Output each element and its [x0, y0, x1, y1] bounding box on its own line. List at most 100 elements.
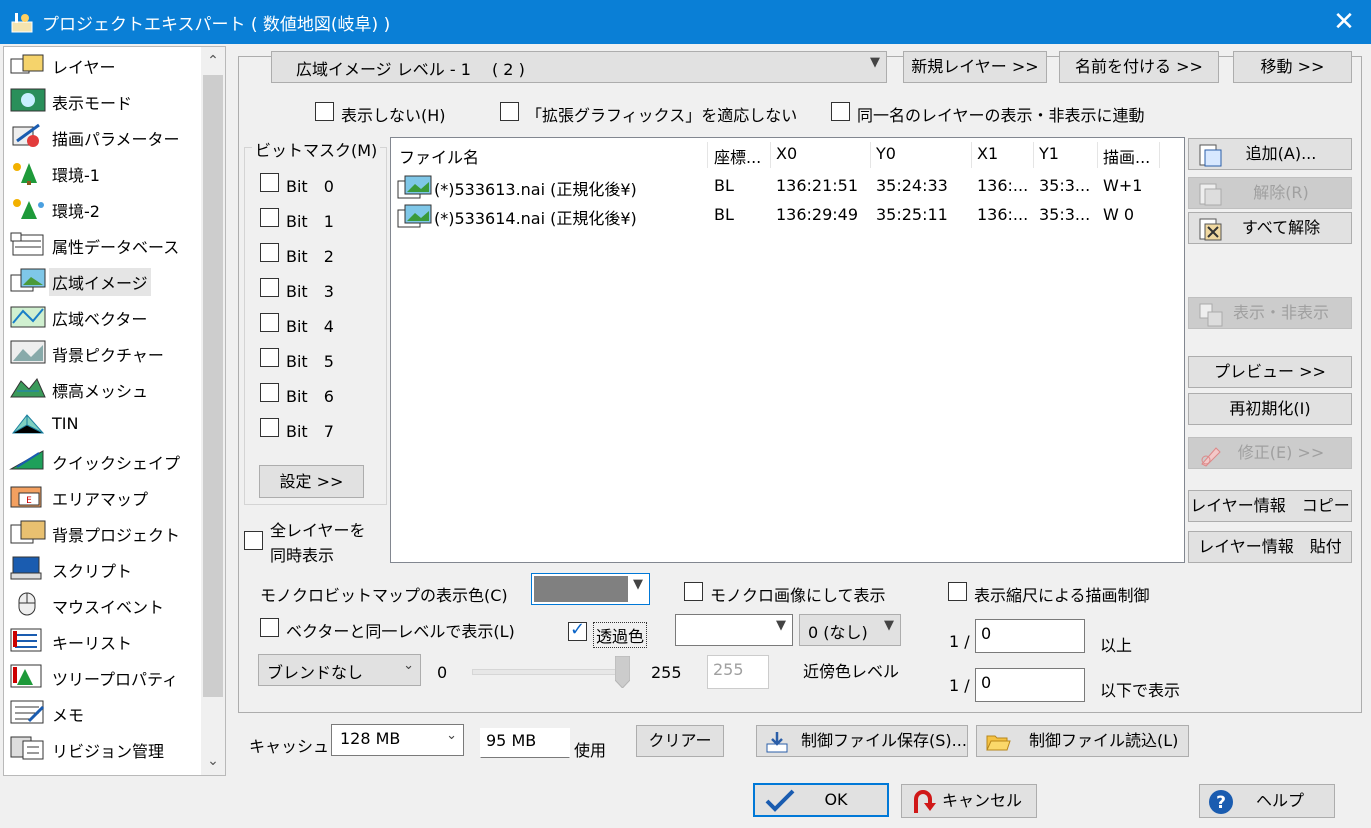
bitmask-checkbox[interactable]: [260, 348, 279, 367]
column-separator[interactable]: [971, 142, 972, 168]
table-row[interactable]: (*)533613.nai (正規化後¥) BL 136:21:51 35:24:33…: [391, 175, 1184, 203]
sidebar-item[interactable]: メモ: [7, 695, 201, 729]
sidebar-item[interactable]: 属性データベース: [7, 227, 201, 261]
paste-layer-info-button[interactable]: レイヤー情報 貼付: [1188, 531, 1352, 563]
bitmask-set-button[interactable]: 設定 >>: [259, 465, 364, 498]
move-button[interactable]: 移動 >>: [1233, 51, 1352, 83]
bitmask-checkbox[interactable]: [260, 278, 279, 297]
sidebar-item[interactable]: 環境-2: [7, 191, 201, 225]
blend-select[interactable]: ブレンドなし ⌄: [258, 654, 421, 686]
column-header[interactable]: Y0: [876, 144, 896, 163]
sidebar-item[interactable]: 描画パラメーター: [7, 119, 201, 153]
load-control-file-button[interactable]: 制御ファイル読込(L): [976, 725, 1189, 757]
file-x1-cell: 136:...: [977, 205, 1029, 224]
scroll-down-icon[interactable]: ⌄: [201, 749, 225, 773]
scale-max-input[interactable]: 0: [975, 668, 1085, 702]
table-row[interactable]: (*)533614.nai (正規化後¥) BL 136:29:49 35:25:11…: [391, 204, 1184, 232]
hide-checkbox[interactable]: [315, 102, 334, 121]
scale-min-input[interactable]: 0: [975, 619, 1085, 653]
scrollbar-thumb[interactable]: [203, 75, 223, 697]
bitmask-label: Bit 7: [286, 422, 334, 441]
sidebar-item-label: マウスイベント: [52, 598, 165, 617]
sidebar-item[interactable]: E エリアマップ: [7, 479, 201, 513]
transparent-checkbox[interactable]: [568, 619, 587, 641]
file-coord-cell: BL: [714, 176, 734, 195]
column-separator[interactable]: [1159, 142, 1160, 168]
sidebar-item[interactable]: 広域ベクター: [7, 299, 201, 333]
sidebar-item[interactable]: 広域イメージ: [7, 263, 201, 297]
bitmask-checkbox[interactable]: [260, 383, 279, 402]
scale-control-checkbox[interactable]: [948, 582, 967, 601]
sidebar-item-label: TIN: [52, 414, 79, 433]
file-list[interactable]: ファイル名 座標... X0 Y0 X1 Y1 描画... (*)533613.nai (正…: [390, 137, 1185, 563]
show-hide-button[interactable]: 表示・非表示: [1188, 297, 1352, 329]
column-header[interactable]: 座標...: [714, 144, 761, 168]
file-draw-cell: W+1: [1103, 176, 1143, 195]
edit-button[interactable]: 修正(E) >>: [1188, 437, 1352, 469]
bitmask-checkbox[interactable]: [260, 418, 279, 437]
column-header[interactable]: Y1: [1039, 144, 1059, 163]
near-color-select[interactable]: 0 (なし) ▼: [799, 614, 901, 646]
sidebar-item[interactable]: キーリスト: [7, 623, 201, 657]
edit-pen-icon: [1201, 447, 1221, 467]
bitmask-checkbox[interactable]: [260, 173, 279, 192]
mono-image-checkbox[interactable]: [684, 582, 703, 601]
sidebar-item-icon: [10, 232, 44, 256]
mono-color-select[interactable]: ▼: [531, 573, 650, 605]
sidebar-item[interactable]: リビジョン管理: [7, 731, 201, 765]
remove-button[interactable]: 解除(R): [1188, 177, 1352, 209]
no-ext-graphics-checkbox[interactable]: [500, 102, 519, 121]
column-separator[interactable]: [770, 142, 771, 168]
save-control-file-button[interactable]: 制御ファイル保存(S)...: [756, 725, 968, 757]
reinit-button[interactable]: 再初期化(I): [1188, 393, 1352, 425]
sidebar-scrollbar[interactable]: ⌃ ⌄: [201, 47, 225, 775]
bitmask-checkbox[interactable]: [260, 243, 279, 262]
link-same-name-checkbox[interactable]: [831, 102, 850, 121]
slider-value-input[interactable]: 255: [707, 655, 769, 689]
rename-button[interactable]: 名前を付ける >>: [1059, 51, 1219, 83]
layer-select[interactable]: 広域イメージ レベル - 1 ( 2 ) ▼: [271, 51, 887, 83]
sidebar-item[interactable]: ツリープロパティ: [7, 659, 201, 693]
blend-slider-thumb[interactable]: [615, 656, 630, 688]
column-header[interactable]: ファイル名: [399, 144, 479, 168]
blend-slider-track[interactable]: [472, 669, 630, 675]
sidebar-item[interactable]: TIN: [7, 407, 201, 441]
bitmask-checkbox[interactable]: [260, 313, 279, 332]
column-header[interactable]: 描画...: [1103, 144, 1150, 168]
sidebar-item-label: 環境-2: [52, 202, 100, 221]
new-layer-button[interactable]: 新規レイヤー >>: [903, 51, 1047, 83]
sidebar-item[interactable]: 背景ピクチャー: [7, 335, 201, 369]
cancel-button[interactable]: キャンセル: [901, 784, 1037, 818]
sidebar-item[interactable]: マウスイベント: [7, 587, 201, 621]
bitmask-checkbox[interactable]: [260, 208, 279, 227]
all-layers-checkbox[interactable]: [244, 531, 263, 550]
clear-cache-button[interactable]: クリアー: [636, 725, 724, 757]
remove-file-icon: [1199, 183, 1222, 206]
column-header[interactable]: X0: [776, 144, 797, 163]
preview-button[interactable]: プレビュー >>: [1188, 356, 1352, 388]
column-separator[interactable]: [707, 142, 708, 168]
close-icon[interactable]: ✕: [1327, 6, 1361, 38]
cache-size-select[interactable]: 128 MB ⌄: [331, 724, 464, 756]
column-separator[interactable]: [1097, 142, 1098, 168]
sidebar-item[interactable]: レイヤー: [7, 47, 201, 81]
sidebar-item[interactable]: 背景プロジェクト: [7, 515, 201, 549]
column-separator[interactable]: [870, 142, 871, 168]
transparent-color-select[interactable]: ▼: [675, 614, 793, 646]
add-button[interactable]: 追加(A)...: [1188, 138, 1352, 170]
scroll-up-icon[interactable]: ⌃: [201, 49, 225, 73]
help-button[interactable]: ? ヘルプ: [1199, 784, 1335, 818]
column-header[interactable]: X1: [977, 144, 998, 163]
same-level-vector-checkbox[interactable]: [260, 618, 279, 637]
sidebar-item[interactable]: スクリプト: [7, 551, 201, 585]
sidebar-item-label: リビジョン管理: [52, 742, 165, 761]
column-separator[interactable]: [1033, 142, 1034, 168]
sidebar-item[interactable]: クイックシェイプ: [7, 443, 201, 477]
file-y1-cell: 35:3...: [1039, 176, 1091, 195]
copy-layer-info-button[interactable]: レイヤー情報 コピー: [1188, 490, 1352, 522]
sidebar-item[interactable]: 表示モード: [7, 83, 201, 117]
ok-button[interactable]: OK: [753, 783, 889, 817]
sidebar-item[interactable]: 標高メッシュ: [7, 371, 201, 405]
sidebar-item[interactable]: 環境-1: [7, 155, 201, 189]
remove-all-button[interactable]: すべて解除: [1188, 212, 1352, 244]
